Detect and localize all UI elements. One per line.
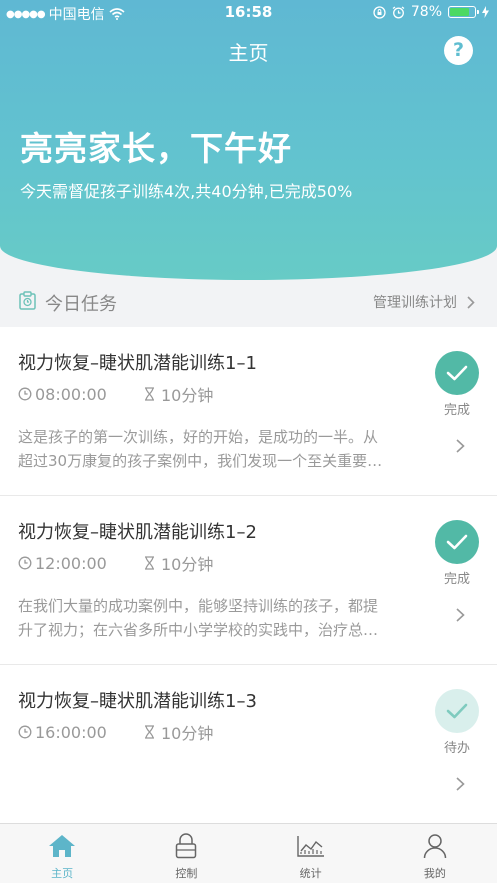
check-icon xyxy=(446,365,468,381)
task-card[interactable]: 视力恢复–睫状肌潜能训练1–1 08:00:00 10分钟 这是孩子的第一次训练… xyxy=(0,327,497,496)
check-icon xyxy=(446,703,468,719)
task-time: 16:00:00 xyxy=(35,722,107,742)
task-name: 视力恢复–睫状肌潜能训练1–3 xyxy=(18,691,257,712)
complete-check-button[interactable] xyxy=(435,351,479,395)
tab-stats[interactable]: 统计 xyxy=(249,824,373,883)
task-duration: 10分钟 xyxy=(161,555,214,574)
chevron-right-icon[interactable] xyxy=(456,777,465,791)
chevron-right-icon[interactable] xyxy=(456,608,465,622)
hourglass-icon xyxy=(145,725,154,739)
battery-icon xyxy=(448,6,479,18)
manage-plan-label: 管理训练计划 xyxy=(373,295,457,311)
task-name: 视力恢复–睫状肌潜能训练1–2 xyxy=(18,522,257,543)
section-title: 今日任务 xyxy=(45,294,117,315)
task-time: 12:00:00 xyxy=(35,553,107,573)
chevron-right-icon xyxy=(467,295,475,309)
task-name: 视力恢复–睫状肌潜能训练1–1 xyxy=(18,353,257,374)
manage-plan-link[interactable]: 管理训练计划 xyxy=(373,292,475,312)
task-description: 在我们大量的成功案例中，能够坚持训练的孩子，都提 升了视力；在六省多所中小学学校… xyxy=(18,597,379,639)
tab-bar: 主页 控制 统计 我的 xyxy=(0,823,497,883)
hourglass-icon xyxy=(145,387,154,401)
training-summary: 今天需督促孩子训练4次,共40分钟,已完成50% xyxy=(20,182,353,201)
lock-icon xyxy=(176,833,197,859)
task-card[interactable]: 视力恢复–睫状肌潜能训练1–3 16:00:00 10分钟 待办 xyxy=(0,665,497,834)
tab-control[interactable]: 控制 xyxy=(124,824,248,883)
person-icon xyxy=(423,834,447,859)
status-bar: ●●●●● 中国电信 16:58 78% xyxy=(0,0,497,26)
task-card[interactable]: 视力恢复–睫状肌潜能训练1–2 12:00:00 10分钟 在我们大量的成功案例… xyxy=(0,496,497,665)
tab-label: 我的 xyxy=(423,867,446,880)
hourglass-icon xyxy=(145,556,154,570)
tab-label: 统计 xyxy=(299,867,322,880)
chart-icon xyxy=(296,836,324,857)
charging-icon xyxy=(482,6,489,18)
today-tasks-header: 今日任务 管理训练计划 xyxy=(0,275,497,327)
help-button[interactable]: ? xyxy=(444,36,473,65)
tab-home[interactable]: 主页 xyxy=(0,824,124,883)
clipboard-icon xyxy=(19,291,36,310)
tab-label: 主页 xyxy=(51,867,74,880)
clock-icon xyxy=(18,556,32,570)
task-status: 完成 xyxy=(443,572,470,587)
task-description: 这是孩子的第一次训练，好的开始，是成功的一半。从 超过30万康复的孩子案例中，我… xyxy=(18,428,383,470)
pending-check-button[interactable] xyxy=(435,689,479,733)
orientation-lock-icon xyxy=(373,5,386,19)
chevron-right-icon[interactable] xyxy=(456,439,465,453)
tab-label: 控制 xyxy=(175,867,198,880)
home-icon xyxy=(49,835,76,857)
page-title: 主页 xyxy=(228,41,269,65)
alarm-icon xyxy=(392,5,405,18)
clock-icon xyxy=(18,725,32,739)
check-icon xyxy=(446,534,468,550)
task-duration: 10分钟 xyxy=(161,386,214,405)
task-duration: 10分钟 xyxy=(161,724,214,743)
task-time: 08:00:00 xyxy=(35,384,107,404)
greeting-text: 亮亮家长，下午好 xyxy=(20,129,292,168)
battery-percent: 78% xyxy=(410,4,442,20)
complete-check-button[interactable] xyxy=(435,520,479,564)
task-list: 视力恢复–睫状肌潜能训练1–1 08:00:00 10分钟 这是孩子的第一次训练… xyxy=(0,327,497,834)
task-status: 待办 xyxy=(443,741,470,756)
clock-icon xyxy=(18,387,32,401)
tab-me[interactable]: 我的 xyxy=(373,824,497,883)
task-status: 完成 xyxy=(443,403,470,418)
